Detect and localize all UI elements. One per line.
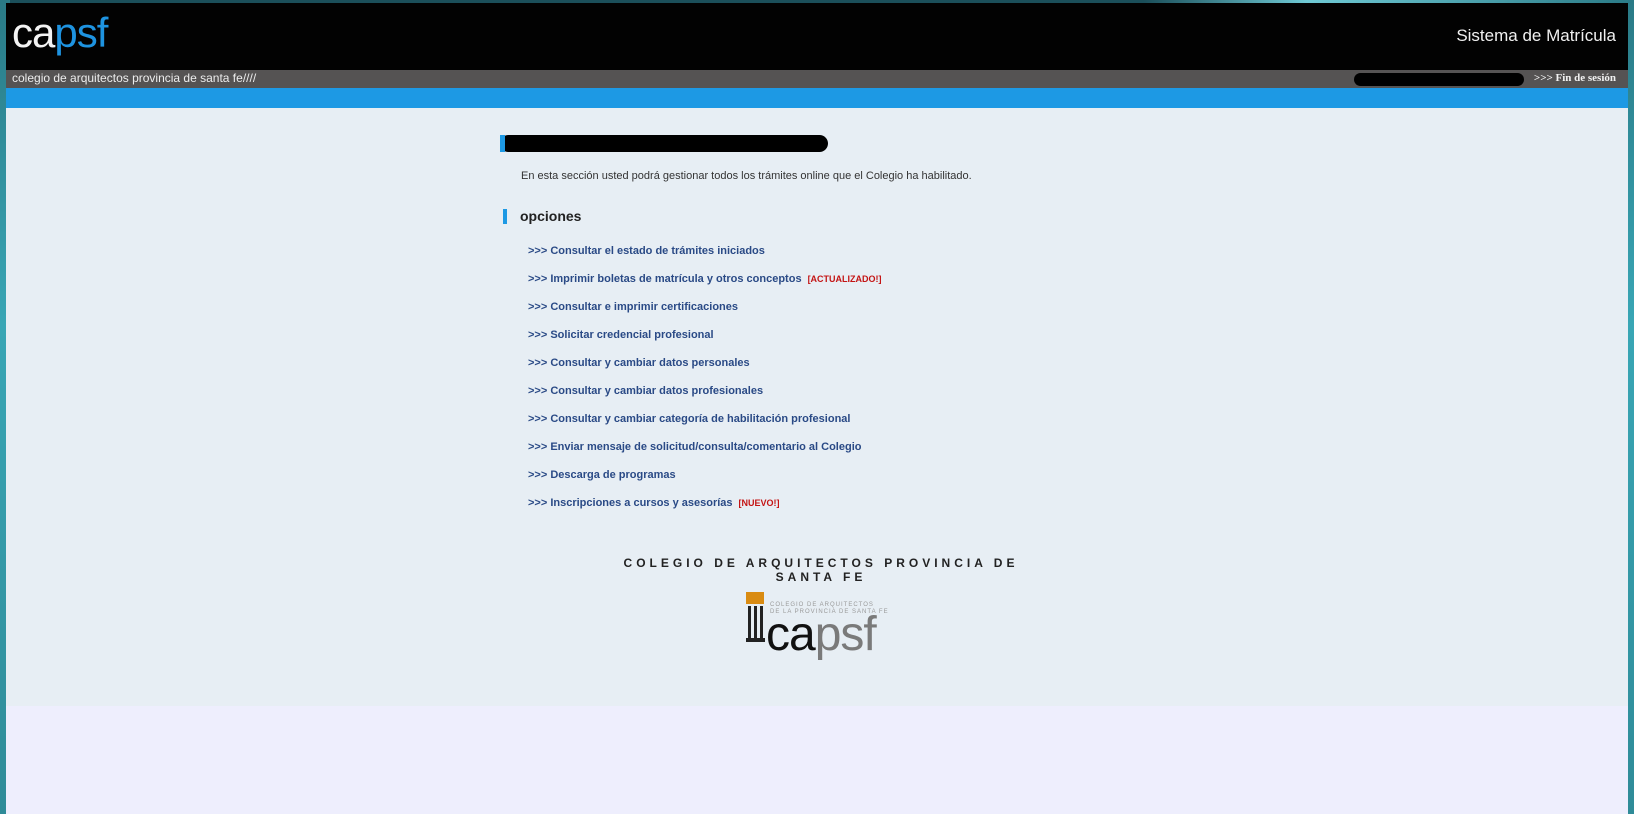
footer-capsf-logo: COLEGIO DE ARQUITECTOS DE LA PROVINCIA D… xyxy=(746,592,906,662)
section-title: opciones xyxy=(520,208,582,224)
capsf-logo[interactable]: capsf xyxy=(12,9,108,57)
footer-logo-text: capsf xyxy=(766,608,877,661)
top-header: capsf Sistema de Matrícula xyxy=(6,3,1628,70)
menu-item: >>> Enviar mensaje de solicitud/consulta… xyxy=(528,440,882,468)
menu-link-descarga-programas[interactable]: >>> Descarga de programas xyxy=(528,469,676,481)
menu-item: >>> Consultar y cambiar datos personales xyxy=(528,356,882,384)
menu-link-categoria-habilitacion[interactable]: >>> Consultar y cambiar categoría de hab… xyxy=(528,413,850,425)
intro-text: En esta sección usted podrá gestionar to… xyxy=(521,170,972,182)
sub-header-bar: colegio de arquitectos provincia de sant… xyxy=(6,70,1628,88)
logo-ca-text: ca xyxy=(12,9,55,56)
updated-badge: [ACTUALIZADO!] xyxy=(807,274,882,284)
accent-bar xyxy=(6,88,1628,108)
menu-item: >>> Solicitar credencial profesional xyxy=(528,328,882,356)
footer-logo-psf: psf xyxy=(814,608,877,661)
org-name-text: colegio de arquitectos provincia de sant… xyxy=(12,71,257,85)
main-content: En esta sección usted podrá gestionar to… xyxy=(6,108,1628,706)
menu-link-consultar-tramites[interactable]: >>> Consultar el estado de trámites inic… xyxy=(528,245,765,257)
logo-psf-text: psf xyxy=(54,9,108,56)
menu-item: >>> Inscripciones a cursos y asesorías [N… xyxy=(528,496,882,524)
section-marker xyxy=(503,209,507,224)
new-badge: [NUEVO!] xyxy=(738,498,780,508)
window-frame-right xyxy=(1628,0,1634,814)
menu-item: >>> Consultar y cambiar categoría de hab… xyxy=(528,412,882,440)
menu-item: >>> Consultar el estado de trámites inic… xyxy=(528,244,882,272)
redacted-page-title xyxy=(500,135,828,152)
menu-item: >>> Consultar y cambiar datos profesiona… xyxy=(528,384,882,412)
app-window: capsf Sistema de Matrícula colegio de ar… xyxy=(6,3,1628,814)
footer-org-title: COLEGIO DE ARQUITECTOS PROVINCIA DE SANT… xyxy=(623,556,1019,584)
menu-link-credencial[interactable]: >>> Solicitar credencial profesional xyxy=(528,329,714,341)
title-marker xyxy=(500,135,505,152)
logout-link[interactable]: >>> Fin de sesión xyxy=(1534,72,1616,84)
system-title: Sistema de Matrícula xyxy=(1456,26,1616,45)
menu-link-enviar-mensaje[interactable]: >>> Enviar mensaje de solicitud/consulta… xyxy=(528,441,861,453)
menu-item: >>> Imprimir boletas de matrícula y otro… xyxy=(528,272,882,300)
logo-figure-icon xyxy=(746,592,765,642)
menu-link-inscripciones-cursos[interactable]: >>> Inscripciones a cursos y asesorías xyxy=(528,497,733,509)
menu-link-datos-profesionales[interactable]: >>> Consultar y cambiar datos profesiona… xyxy=(528,385,763,397)
options-menu: >>> Consultar el estado de trámites inic… xyxy=(528,244,882,524)
menu-item: >>> Descarga de programas xyxy=(528,468,882,496)
menu-item: >>> Consultar e imprimir certificaciones xyxy=(528,300,882,328)
footer-logo-ca: ca xyxy=(766,608,816,661)
redacted-user-name xyxy=(1354,73,1524,86)
menu-link-certificaciones[interactable]: >>> Consultar e imprimir certificaciones xyxy=(528,301,738,313)
menu-link-imprimir-boletas[interactable]: >>> Imprimir boletas de matrícula y otro… xyxy=(528,273,802,285)
page-bottom-area xyxy=(6,706,1628,814)
menu-link-datos-personales[interactable]: >>> Consultar y cambiar datos personales xyxy=(528,357,750,369)
